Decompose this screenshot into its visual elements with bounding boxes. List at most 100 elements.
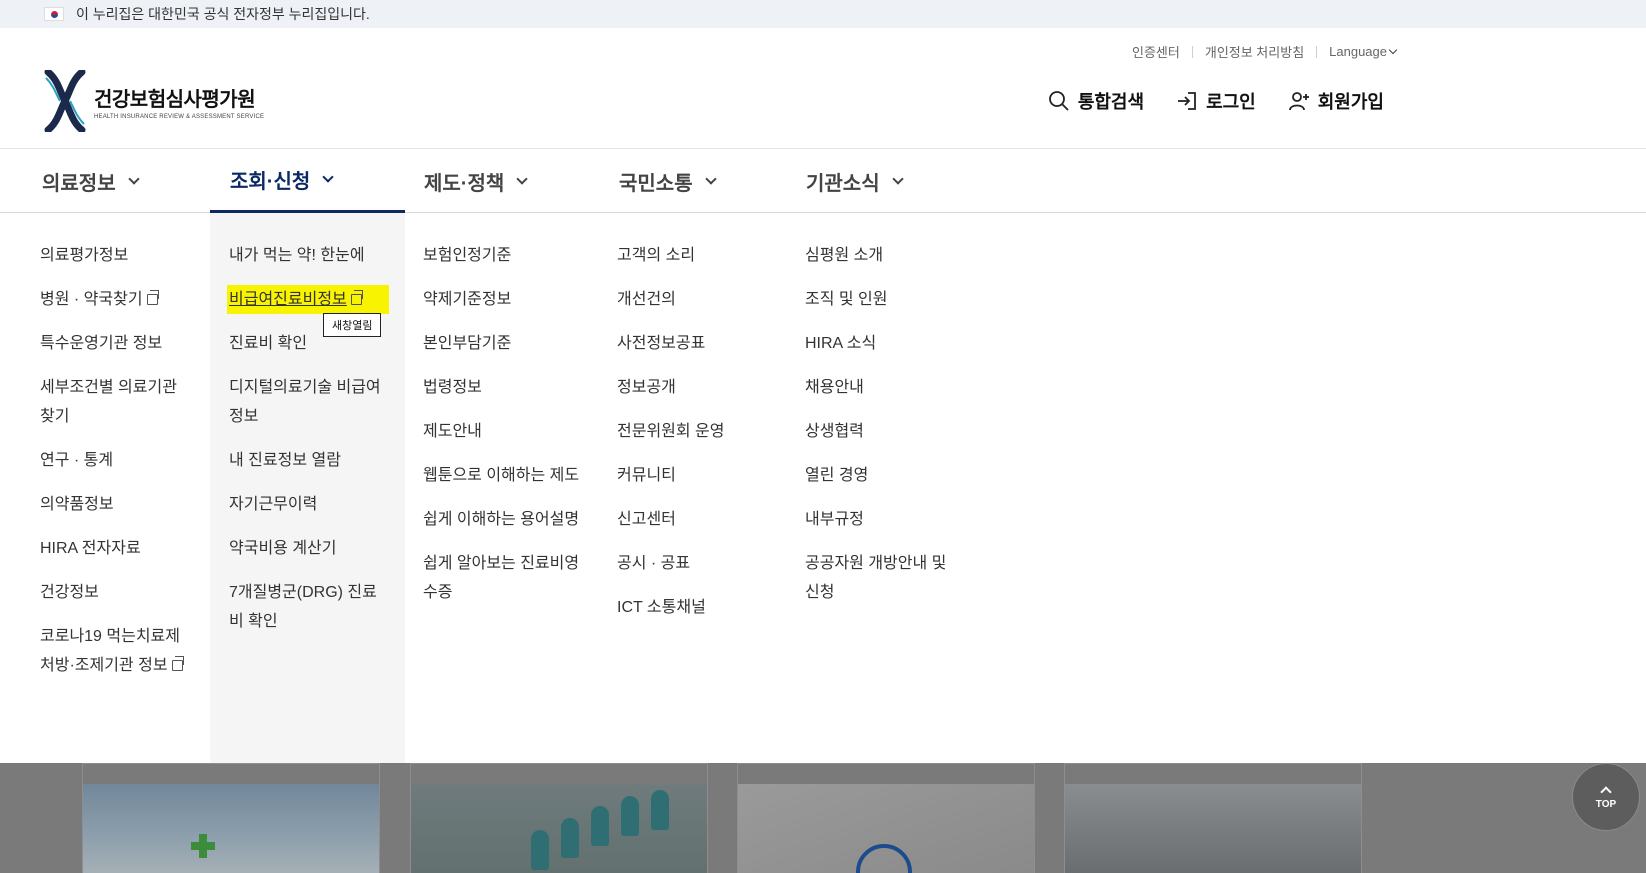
search-icon — [1048, 91, 1069, 111]
menu-item[interactable]: 채용안내 — [805, 373, 955, 402]
menu-item[interactable]: 보험인정기준 — [423, 241, 583, 270]
privacy-policy-link[interactable]: 개인정보 처리방침 — [1205, 42, 1304, 61]
menu-item[interactable]: 커뮤니티 — [617, 461, 767, 490]
menu-item[interactable]: 웹툰으로 이해하는 제도 — [423, 461, 583, 490]
korea-flag-icon — [44, 7, 64, 21]
menu-item[interactable]: 7개질병군(DRG) 진료비 확인 — [229, 578, 389, 636]
menu-item[interactable]: 특수운영기관 정보 — [40, 329, 190, 358]
menu-item[interactable]: 전문위원회 운영 — [617, 417, 767, 446]
site-header: 인증센터 개인정보 처리방침 Language 건강보험심사평가원 HEALTH… — [0, 28, 1646, 149]
card-image-teamwork — [1065, 784, 1361, 873]
login-label: 로그인 — [1206, 92, 1256, 112]
menu-item[interactable]: 의료평가정보 — [40, 241, 190, 270]
chevron-down-icon — [891, 172, 904, 185]
language-label: Language — [1329, 44, 1387, 59]
chevron-down-icon — [704, 172, 717, 185]
content-card[interactable] — [737, 763, 1035, 873]
nav-inquiry-apply[interactable]: 조회·신청 — [210, 149, 405, 213]
mega-menu: 의료평가정보 병원 · 약국찾기 특수운영기관 정보 세부조건별 의료기관 찾기… — [0, 213, 1646, 763]
menu-item[interactable]: 의약품정보 — [40, 490, 190, 519]
hira-logo-icon — [44, 70, 86, 132]
menu-item-nonbenefit-info[interactable]: 비급여진료비정보 — [227, 285, 389, 314]
signup-button[interactable]: 회원가입 — [1288, 88, 1384, 114]
menu-item[interactable]: 약제기준정보 — [423, 285, 583, 314]
cert-center-link[interactable]: 인증센터 — [1132, 42, 1180, 61]
site-logo[interactable]: 건강보험심사평가원 HEALTH INSURANCE REVIEW & ASSE… — [44, 70, 264, 132]
logo-title: 건강보험심사평가원 — [94, 88, 256, 111]
gov-banner: 이 누리집은 대한민국 공식 전자정부 누리집입니다. — [0, 0, 1646, 28]
main-nav: 의료정보 조회·신청 제도·정책 국민소통 기관소식 — [0, 149, 1646, 213]
menu-item[interactable]: 정보공개 — [617, 373, 767, 402]
logo-subtitle: HEALTH INSURANCE REVIEW & ASSESSMENT SER… — [94, 113, 265, 120]
language-selector[interactable]: Language — [1329, 44, 1398, 59]
content-card[interactable] — [1064, 763, 1362, 873]
card-image-puzzle — [738, 784, 1034, 873]
nav-agency-news[interactable]: 기관소식 — [806, 149, 904, 213]
menu-item[interactable]: 심평원 소개 — [805, 241, 955, 270]
menu-item[interactable]: ICT 소통채널 — [617, 593, 767, 622]
external-link-icon — [350, 290, 363, 305]
menu-item[interactable]: 세부조건별 의료기관 찾기 — [40, 373, 190, 431]
menu-item[interactable]: 디지털의료기술 비급여정보 — [229, 373, 389, 431]
nav-communication[interactable]: 국민소통 — [619, 149, 717, 213]
search-label: 통합검색 — [1077, 92, 1145, 112]
divider — [1316, 45, 1318, 58]
new-window-tooltip: 새창열림 — [323, 313, 382, 337]
menu-item[interactable]: 열린 경영 — [805, 461, 955, 490]
menu-item[interactable]: 내가 먹는 약! 한눈에 — [229, 241, 389, 270]
menu-item[interactable]: 자기근무이력 — [229, 490, 389, 519]
login-button[interactable]: 로그인 — [1176, 88, 1256, 114]
menu-item[interactable]: HIRA 소식 — [805, 329, 955, 358]
menu-item[interactable]: 약국비용 계산기 — [229, 534, 389, 563]
nav-label: 조회·신청 — [230, 171, 311, 193]
menu-item[interactable]: 연구 · 통계 — [40, 446, 190, 475]
menu-column-communication: 고객의 소리 개선건의 사전정보공표 정보공개 전문위원회 운영 커뮤니티 신고… — [617, 241, 767, 637]
menu-item[interactable]: 신고센터 — [617, 505, 767, 534]
content-card[interactable] — [410, 763, 708, 873]
nav-label: 기관소식 — [806, 172, 880, 195]
menu-item[interactable]: 내부규정 — [805, 505, 955, 534]
menu-item[interactable]: 본인부담기준 — [423, 329, 583, 358]
nav-label: 제도·정책 — [424, 172, 505, 195]
chevron-down-icon — [322, 171, 334, 183]
menu-item[interactable]: 조직 및 인원 — [805, 285, 955, 314]
menu-item[interactable]: 코로나19 먹는치료제 처방·조제기관 정보 — [40, 622, 190, 680]
menu-item[interactable]: 사전정보공표 — [617, 329, 767, 358]
menu-item[interactable]: 상생협력 — [805, 417, 955, 446]
scroll-top-label: TOP — [1595, 799, 1617, 810]
chevron-down-icon — [127, 172, 140, 185]
card-image-people — [411, 784, 707, 873]
gov-banner-text: 이 누리집은 대한민국 공식 전자정부 누리집입니다. — [76, 6, 370, 22]
nav-label: 국민소통 — [619, 172, 693, 195]
menu-column-system-policy: 보험인정기준 약제기준정보 본인부담기준 법령정보 제도안내 웹툰으로 이해하는… — [423, 241, 583, 622]
card-image-hospital — [83, 784, 379, 873]
nav-system-policy[interactable]: 제도·정책 — [424, 149, 528, 213]
menu-item[interactable]: 공시 · 공표 — [617, 549, 767, 578]
menu-item[interactable]: 건강정보 — [40, 578, 190, 607]
menu-item[interactable]: 쉽게 이해하는 용어설명 — [423, 505, 583, 534]
menu-item[interactable]: 병원 · 약국찾기 — [40, 285, 190, 314]
search-button[interactable]: 통합검색 — [1048, 88, 1144, 114]
arrow-up-icon — [1600, 786, 1612, 798]
menu-column-agency-news: 심평원 소개 조직 및 인원 HIRA 소식 채용안내 상생협력 열린 경영 내… — [805, 241, 955, 622]
menu-item[interactable]: 고객의 소리 — [617, 241, 767, 270]
menu-item[interactable]: 개선건의 — [617, 285, 767, 314]
menu-item[interactable]: 제도안내 — [423, 417, 583, 446]
signup-icon — [1288, 92, 1309, 111]
content-card[interactable] — [82, 763, 380, 873]
external-link-icon — [146, 290, 159, 305]
menu-column-inquiry-apply: 내가 먹는 약! 한눈에 비급여진료비정보 진료비 확인 디지털의료기술 비급여… — [227, 241, 389, 651]
page-content-dimmed — [0, 763, 1646, 873]
menu-item[interactable]: 내 진료정보 열람 — [229, 446, 389, 475]
menu-item[interactable]: 쉽게 알아보는 진료비영수증 — [423, 549, 583, 607]
login-icon — [1178, 92, 1196, 110]
chevron-down-icon — [1388, 45, 1398, 55]
scroll-top-button[interactable]: TOP — [1572, 763, 1640, 831]
nav-medical-info[interactable]: 의료정보 — [42, 149, 140, 213]
menu-item[interactable]: 공공자원 개방안내 및 신청 — [805, 549, 955, 607]
nav-label: 의료정보 — [42, 172, 116, 195]
menu-item[interactable]: 법령정보 — [423, 373, 583, 402]
idea-head-icon — [856, 844, 912, 873]
chevron-down-icon — [516, 172, 528, 185]
menu-item[interactable]: HIRA 전자자료 — [40, 534, 190, 563]
